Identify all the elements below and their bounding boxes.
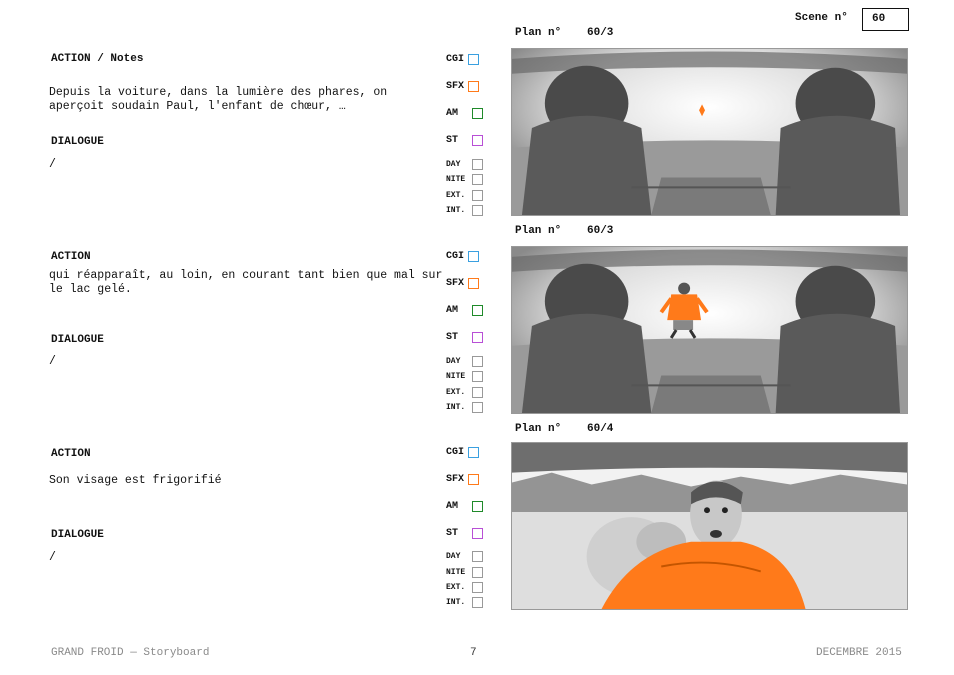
st-tag: ST: [446, 135, 483, 146]
day-tag: DAY: [446, 356, 483, 367]
sfx-tag: SFX: [446, 474, 480, 485]
sfx-tag: SFX: [446, 278, 480, 289]
plan-label: Plan n° 60/4: [515, 423, 614, 435]
ext-tag: EXT.: [446, 387, 483, 398]
am-tag: AM: [446, 501, 483, 512]
nite-checkbox[interactable]: [472, 567, 483, 578]
ext-checkbox[interactable]: [472, 190, 483, 201]
plan-label: Plan n° 60/3: [515, 27, 614, 39]
cgi-checkbox[interactable]: [468, 54, 480, 65]
storyboard-panel-1: ACTION / Notes Depuis la voiture, dans l…: [0, 26, 954, 224]
day-tag: DAY: [446, 551, 483, 562]
am-tag: AM: [446, 305, 483, 316]
storyboard-frame-boy-running: [511, 246, 908, 414]
footer-date: DECEMBRE 2015: [816, 647, 902, 659]
page-number: 7: [470, 647, 477, 659]
day-checkbox[interactable]: [472, 159, 483, 170]
st-checkbox[interactable]: [472, 528, 483, 539]
ext-checkbox[interactable]: [472, 582, 483, 593]
dialogue-text: /: [49, 355, 56, 368]
ext-tag: EXT.: [446, 190, 483, 201]
sfx-checkbox[interactable]: [468, 474, 480, 485]
dialogue-heading: DIALOGUE: [51, 136, 104, 148]
day-checkbox[interactable]: [472, 551, 483, 562]
plan-number: 60/3: [587, 27, 614, 39]
sfx-checkbox[interactable]: [468, 81, 480, 92]
storyboard-panel-2: ACTION qui réapparaît, au loin, en coura…: [0, 224, 954, 422]
storyboard-panel-3: ACTION Son visage est frigorifié DIALOGU…: [0, 420, 954, 618]
dialogue-text: /: [49, 551, 56, 564]
st-checkbox[interactable]: [472, 135, 483, 146]
cgi-tag: CGI: [446, 54, 480, 65]
action-heading: ACTION: [51, 251, 91, 263]
nite-tag: NITE: [446, 567, 483, 578]
int-checkbox[interactable]: [472, 402, 483, 413]
footer-title: GRAND FROID — Storyboard: [51, 647, 210, 659]
dialogue-heading: DIALOGUE: [51, 334, 104, 346]
plan-number: 60/4: [587, 423, 614, 435]
nite-tag: NITE: [446, 174, 483, 185]
st-tag: ST: [446, 332, 483, 343]
int-tag: INT.: [446, 402, 483, 413]
cgi-tag: CGI: [446, 447, 480, 458]
st-checkbox[interactable]: [472, 332, 483, 343]
am-checkbox[interactable]: [472, 501, 483, 512]
action-text: qui réapparaît, au loin, en courant tant…: [49, 269, 443, 296]
am-tag: AM: [446, 108, 483, 119]
plan-number: 60/3: [587, 225, 614, 237]
sfx-checkbox[interactable]: [468, 278, 480, 289]
day-tag: DAY: [446, 159, 483, 170]
dialogue-heading: DIALOGUE: [51, 529, 104, 541]
int-tag: INT.: [446, 597, 483, 608]
nite-checkbox[interactable]: [472, 174, 483, 185]
cgi-checkbox[interactable]: [468, 251, 480, 262]
ext-tag: EXT.: [446, 582, 483, 593]
action-text: Son visage est frigorifié: [49, 474, 222, 487]
sfx-tag: SFX: [446, 81, 480, 92]
day-checkbox[interactable]: [472, 356, 483, 367]
st-tag: ST: [446, 528, 483, 539]
action-heading: ACTION: [51, 448, 91, 460]
nite-checkbox[interactable]: [472, 371, 483, 382]
scene-label: Scene n°: [795, 12, 848, 24]
storyboard-frame-car-headlights: [511, 48, 908, 216]
storyboard-frame-boy-closeup: [511, 442, 908, 610]
int-tag: INT.: [446, 205, 483, 216]
ext-checkbox[interactable]: [472, 387, 483, 398]
action-heading: ACTION / Notes: [51, 53, 144, 65]
cgi-tag: CGI: [446, 251, 480, 262]
cgi-checkbox[interactable]: [468, 447, 480, 458]
dialogue-text: /: [49, 158, 56, 171]
plan-label: Plan n° 60/3: [515, 225, 614, 237]
am-checkbox[interactable]: [472, 305, 483, 316]
am-checkbox[interactable]: [472, 108, 483, 119]
int-checkbox[interactable]: [472, 205, 483, 216]
action-text: Depuis la voiture, dans la lumière des p…: [49, 86, 388, 113]
int-checkbox[interactable]: [472, 597, 483, 608]
nite-tag: NITE: [446, 371, 483, 382]
